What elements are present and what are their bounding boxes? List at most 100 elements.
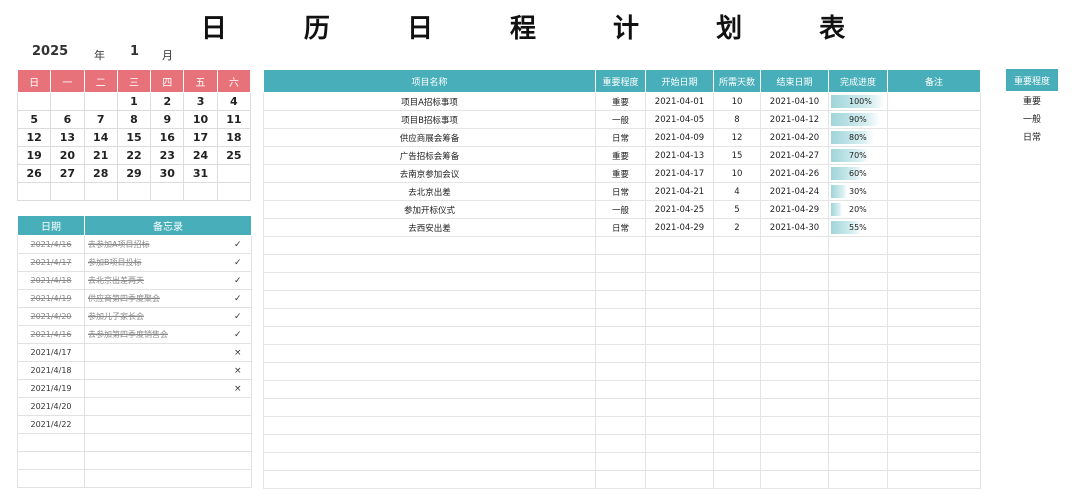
calendar-day[interactable]: 10 bbox=[183, 110, 218, 129]
memo-text[interactable]: 参加B项目投标 bbox=[84, 253, 225, 272]
memo-date[interactable]: 2021/4/16 bbox=[17, 235, 85, 254]
calendar-day[interactable]: 18 bbox=[216, 128, 252, 147]
calendar-day[interactable]: 13 bbox=[50, 128, 85, 147]
memo-date[interactable] bbox=[17, 451, 85, 470]
empty-cell[interactable] bbox=[828, 362, 888, 381]
empty-cell[interactable] bbox=[828, 344, 888, 363]
project-days[interactable]: 5 bbox=[713, 200, 761, 219]
project-name[interactable]: 项目B招标事项 bbox=[263, 110, 596, 129]
empty-cell[interactable] bbox=[760, 380, 829, 399]
calendar-day[interactable]: 31 bbox=[183, 164, 218, 183]
empty-cell[interactable] bbox=[595, 434, 646, 453]
empty-cell[interactable] bbox=[263, 398, 596, 417]
empty-cell[interactable] bbox=[713, 380, 761, 399]
empty-cell[interactable] bbox=[713, 416, 761, 435]
calendar-day[interactable]: 7 bbox=[83, 110, 118, 129]
empty-cell[interactable] bbox=[713, 344, 761, 363]
empty-cell[interactable] bbox=[645, 344, 714, 363]
empty-cell[interactable] bbox=[645, 308, 714, 327]
memo-date[interactable]: 2021/4/18 bbox=[17, 361, 85, 380]
empty-cell[interactable] bbox=[263, 254, 596, 273]
empty-cell[interactable] bbox=[828, 272, 888, 291]
calendar-day[interactable] bbox=[16, 182, 52, 201]
empty-cell[interactable] bbox=[645, 290, 714, 309]
memo-text[interactable]: 去参加第四季度销售会 bbox=[84, 325, 225, 344]
calendar-day[interactable]: 17 bbox=[183, 128, 218, 147]
empty-cell[interactable] bbox=[828, 254, 888, 273]
calendar-day[interactable]: 2 bbox=[150, 92, 185, 111]
memo-status[interactable] bbox=[224, 397, 252, 416]
empty-cell[interactable] bbox=[595, 290, 646, 309]
memo-text[interactable] bbox=[84, 361, 225, 380]
project-name[interactable]: 去北京出差 bbox=[263, 182, 596, 201]
project-end-date[interactable]: 2021-04-29 bbox=[760, 200, 829, 219]
check-icon[interactable]: ✓ bbox=[224, 253, 252, 272]
project-note[interactable] bbox=[887, 92, 981, 111]
check-icon[interactable]: ✓ bbox=[224, 235, 252, 254]
project-name[interactable]: 项目A招标事项 bbox=[263, 92, 596, 111]
empty-cell[interactable] bbox=[263, 290, 596, 309]
empty-cell[interactable] bbox=[263, 236, 596, 255]
memo-text[interactable]: 去参加A项目招标 bbox=[84, 235, 225, 254]
project-days[interactable]: 15 bbox=[713, 146, 761, 165]
empty-cell[interactable] bbox=[645, 272, 714, 291]
calendar-day[interactable] bbox=[183, 182, 218, 201]
calendar-day[interactable] bbox=[116, 182, 152, 201]
project-note[interactable] bbox=[887, 128, 981, 147]
memo-date[interactable]: 2021/4/20 bbox=[17, 307, 85, 326]
calendar-day[interactable]: 14 bbox=[83, 128, 118, 147]
empty-cell[interactable] bbox=[828, 290, 888, 309]
empty-cell[interactable] bbox=[713, 398, 761, 417]
empty-cell[interactable] bbox=[760, 326, 829, 345]
year-value[interactable]: 2025 bbox=[32, 44, 68, 59]
empty-cell[interactable] bbox=[760, 362, 829, 381]
memo-status[interactable] bbox=[224, 415, 252, 434]
calendar-day[interactable]: 25 bbox=[216, 146, 252, 165]
empty-cell[interactable] bbox=[828, 308, 888, 327]
month-value[interactable]: 1 bbox=[130, 44, 139, 59]
calendar-day[interactable]: 23 bbox=[150, 146, 185, 165]
memo-text[interactable] bbox=[84, 343, 225, 362]
project-priority[interactable]: 一般 bbox=[595, 200, 646, 219]
empty-cell[interactable] bbox=[828, 416, 888, 435]
empty-cell[interactable] bbox=[263, 416, 596, 435]
empty-cell[interactable] bbox=[595, 308, 646, 327]
project-start-date[interactable]: 2021-04-21 bbox=[645, 182, 714, 201]
empty-cell[interactable] bbox=[887, 290, 981, 309]
project-days[interactable]: 10 bbox=[713, 92, 761, 111]
cross-icon[interactable]: × bbox=[224, 361, 252, 380]
memo-text[interactable]: 去北京出差两天 bbox=[84, 271, 225, 290]
project-name[interactable]: 去西安出差 bbox=[263, 218, 596, 237]
empty-cell[interactable] bbox=[595, 398, 646, 417]
empty-cell[interactable] bbox=[645, 380, 714, 399]
calendar-day[interactable] bbox=[216, 164, 252, 183]
empty-cell[interactable] bbox=[760, 254, 829, 273]
empty-cell[interactable] bbox=[828, 452, 888, 471]
empty-cell[interactable] bbox=[645, 398, 714, 417]
memo-text[interactable] bbox=[84, 397, 225, 416]
project-end-date[interactable]: 2021-04-10 bbox=[760, 92, 829, 111]
memo-date[interactable]: 2021/4/19 bbox=[17, 289, 85, 308]
memo-date[interactable]: 2021/4/16 bbox=[17, 325, 85, 344]
project-start-date[interactable]: 2021-04-17 bbox=[645, 164, 714, 183]
project-note[interactable] bbox=[887, 164, 981, 183]
memo-date[interactable]: 2021/4/19 bbox=[17, 379, 85, 398]
calendar-day[interactable]: 15 bbox=[116, 128, 152, 147]
empty-cell[interactable] bbox=[595, 362, 646, 381]
empty-cell[interactable] bbox=[645, 362, 714, 381]
empty-cell[interactable] bbox=[645, 434, 714, 453]
check-icon[interactable]: ✓ bbox=[224, 271, 252, 290]
empty-cell[interactable] bbox=[887, 254, 981, 273]
empty-cell[interactable] bbox=[595, 236, 646, 255]
calendar-day[interactable] bbox=[50, 92, 85, 111]
project-name[interactable]: 参加开标仪式 bbox=[263, 200, 596, 219]
empty-cell[interactable] bbox=[645, 326, 714, 345]
memo-text[interactable] bbox=[84, 451, 225, 470]
project-name[interactable]: 供应商展会筹备 bbox=[263, 128, 596, 147]
project-end-date[interactable]: 2021-04-26 bbox=[760, 164, 829, 183]
cross-icon[interactable]: × bbox=[224, 379, 252, 398]
calendar-day[interactable] bbox=[83, 182, 118, 201]
cross-icon[interactable]: × bbox=[224, 343, 252, 362]
empty-cell[interactable] bbox=[595, 326, 646, 345]
calendar-day[interactable]: 26 bbox=[16, 164, 52, 183]
